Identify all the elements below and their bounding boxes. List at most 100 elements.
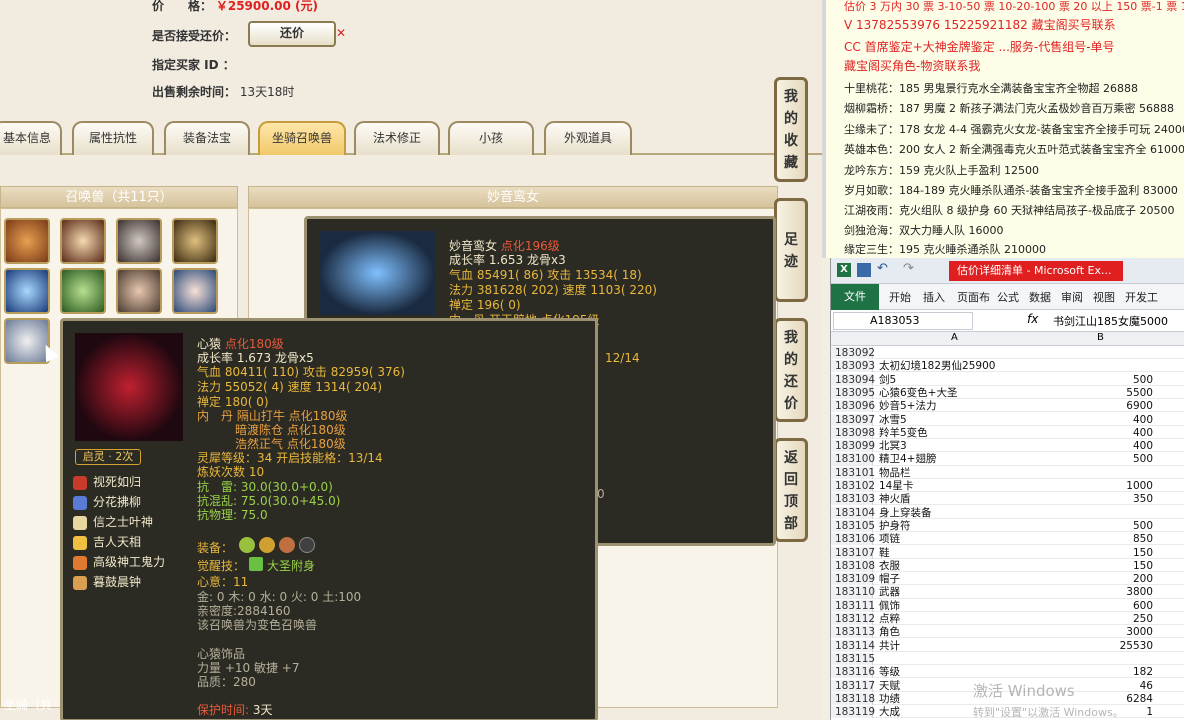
table-row[interactable]: 183100 精卫4+翅膀 500 xyxy=(831,453,1184,466)
cell-a[interactable]: 身上穿装备 xyxy=(879,507,932,519)
row-number[interactable]: 183101 xyxy=(831,466,875,479)
formula-value[interactable]: 书剑江山185女魔5000 xyxy=(1053,313,1168,329)
cell-a[interactable]: 共计 xyxy=(879,640,900,652)
table-row[interactable]: 183101 物品栏 xyxy=(831,466,1184,479)
row-number[interactable]: 183115 xyxy=(831,652,875,665)
ribbon-data[interactable]: 数据 xyxy=(1029,289,1051,305)
row-number[interactable]: 183103 xyxy=(831,493,875,506)
table-row[interactable]: 183096 妙音5+法力 6900 xyxy=(831,400,1184,413)
cell-a[interactable]: 剑5 xyxy=(879,374,896,386)
summon-avatar[interactable] xyxy=(172,268,218,314)
save-icon[interactable] xyxy=(857,263,871,277)
tab-mounts-summons[interactable]: 坐骑召唤兽 xyxy=(258,121,346,155)
column-a-header[interactable]: A xyxy=(951,332,958,343)
my-bargain-button[interactable]: 我的还价 xyxy=(774,318,808,422)
cell-a[interactable]: 冰雪5 xyxy=(879,414,907,426)
row-number[interactable]: 183118 xyxy=(831,692,875,705)
cell-a[interactable]: 妙音5+法力 xyxy=(879,400,936,412)
cell-b[interactable]: 1000 xyxy=(1031,480,1153,492)
cell-b[interactable]: 250 xyxy=(1031,613,1153,625)
row-number[interactable]: 183116 xyxy=(831,666,875,679)
cell-a[interactable]: 太初幻境182男仙25900 xyxy=(879,360,995,372)
table-row[interactable]: 183111 佩饰 600 xyxy=(831,599,1184,612)
cell-a[interactable]: 14星卡 xyxy=(879,480,913,492)
row-number[interactable]: 183109 xyxy=(831,573,875,586)
skill-item[interactable]: 信之士叶神 xyxy=(73,513,153,531)
summon-avatar[interactable] xyxy=(60,218,106,264)
footprint-button[interactable]: 足迹 xyxy=(774,198,808,302)
row-number[interactable]: 183092 xyxy=(831,347,875,359)
row-number[interactable]: 183093 xyxy=(831,360,875,373)
cell-b[interactable]: 182 xyxy=(1031,666,1153,678)
summon-avatar[interactable] xyxy=(116,268,162,314)
table-row[interactable]: 183107 鞋 150 xyxy=(831,546,1184,559)
tab-attributes[interactable]: 属性抗性 xyxy=(72,121,154,155)
cell-a[interactable]: 衣服 xyxy=(879,560,900,572)
cell-b[interactable]: 3000 xyxy=(1031,626,1153,638)
ribbon-view[interactable]: 视图 xyxy=(1093,289,1115,305)
cell-a[interactable]: 角色 xyxy=(879,626,900,638)
row-number[interactable]: 183105 xyxy=(831,519,875,532)
table-row[interactable]: 183110 武器 3800 xyxy=(831,586,1184,599)
tab-child[interactable]: 小孩 xyxy=(448,121,534,155)
ribbon-developer[interactable]: 开发工 xyxy=(1125,289,1158,305)
row-number[interactable]: 183111 xyxy=(831,599,875,612)
cell-a[interactable]: 北冥3 xyxy=(879,440,907,452)
cell-b[interactable]: 150 xyxy=(1031,560,1153,572)
cell-b[interactable]: 500 xyxy=(1031,374,1153,386)
cell-b[interactable]: 200 xyxy=(1031,573,1153,585)
undo-icon[interactable]: ↶ xyxy=(877,261,888,276)
cell-b[interactable]: 6900 xyxy=(1031,400,1153,412)
cell-b[interactable]: 350 xyxy=(1031,493,1153,505)
cell-b[interactable]: 3800 xyxy=(1031,586,1153,598)
table-row[interactable]: 183092 xyxy=(831,347,1184,360)
column-b-header[interactable]: B xyxy=(1097,332,1104,343)
table-row[interactable]: 183109 帽子 200 xyxy=(831,573,1184,586)
skill-item[interactable]: 高级神工鬼力 xyxy=(73,553,165,571)
tab-spell-correction[interactable]: 法术修正 xyxy=(354,121,440,155)
redo-icon[interactable]: ↷ xyxy=(903,261,914,276)
cell-b[interactable]: 400 xyxy=(1031,440,1153,452)
cell-b[interactable]: 25530 xyxy=(1031,640,1153,652)
table-row[interactable]: 183103 神火盾 350 xyxy=(831,493,1184,506)
table-row[interactable]: 183115 xyxy=(831,652,1184,666)
cell-b[interactable]: 150 xyxy=(1031,547,1153,559)
cell-a[interactable]: 项链 xyxy=(879,533,900,545)
table-row[interactable]: 183098 羚羊5变色 400 xyxy=(831,426,1184,439)
table-row[interactable]: 183116 等级 182 xyxy=(831,666,1184,679)
tab-basic-info[interactable]: 基本信息 xyxy=(0,121,62,155)
table-row[interactable]: 183102 14星卡 1000 xyxy=(831,480,1184,493)
skill-item[interactable]: 分花拂柳 xyxy=(73,493,141,511)
cell-b[interactable]: 600 xyxy=(1031,600,1153,612)
row-number[interactable]: 183119 xyxy=(831,706,875,719)
ribbon-review[interactable]: 审阅 xyxy=(1061,289,1083,305)
cell-a[interactable]: 神火盾 xyxy=(879,493,911,505)
my-favorites-button[interactable]: 我的收藏 xyxy=(774,77,808,182)
summon-avatar[interactable] xyxy=(4,268,50,314)
row-number[interactable]: 183112 xyxy=(831,613,875,625)
row-number[interactable]: 183096 xyxy=(831,400,875,413)
row-number[interactable]: 183098 xyxy=(831,426,875,439)
summon-avatar[interactable] xyxy=(60,268,106,314)
row-number[interactable]: 183102 xyxy=(831,480,875,492)
skill-item[interactable]: 暮鼓晨钟 xyxy=(73,573,141,591)
cell-a[interactable]: 点粹 xyxy=(879,613,900,625)
row-number[interactable]: 183094 xyxy=(831,373,875,386)
cell-b[interactable]: 850 xyxy=(1031,533,1153,545)
bargain-button[interactable]: 还价 xyxy=(248,21,336,47)
ribbon-formulas[interactable]: 公式 xyxy=(997,289,1019,305)
table-row[interactable]: 183095 心猿6变色+大圣 5500 xyxy=(831,386,1184,400)
tab-appearance[interactable]: 外观道具 xyxy=(544,121,632,155)
skill-item[interactable]: 吉人天相 xyxy=(73,533,141,551)
cell-a[interactable]: 等级 xyxy=(879,666,900,678)
table-row[interactable]: 183099 北冥3 400 xyxy=(831,440,1184,453)
tab-equipment[interactable]: 装备法宝 xyxy=(164,121,250,155)
cell-a[interactable]: 护身符 xyxy=(879,520,911,532)
row-number[interactable]: 183113 xyxy=(831,626,875,639)
row-number[interactable]: 183107 xyxy=(831,546,875,559)
cell-a[interactable]: 鞋 xyxy=(879,547,890,559)
row-number[interactable]: 183110 xyxy=(831,586,875,599)
table-row[interactable]: 183097 冰雪5 400 xyxy=(831,413,1184,426)
ribbon-page-layout[interactable]: 页面布 xyxy=(957,289,990,305)
cell-a[interactable]: 大成 xyxy=(879,706,900,718)
